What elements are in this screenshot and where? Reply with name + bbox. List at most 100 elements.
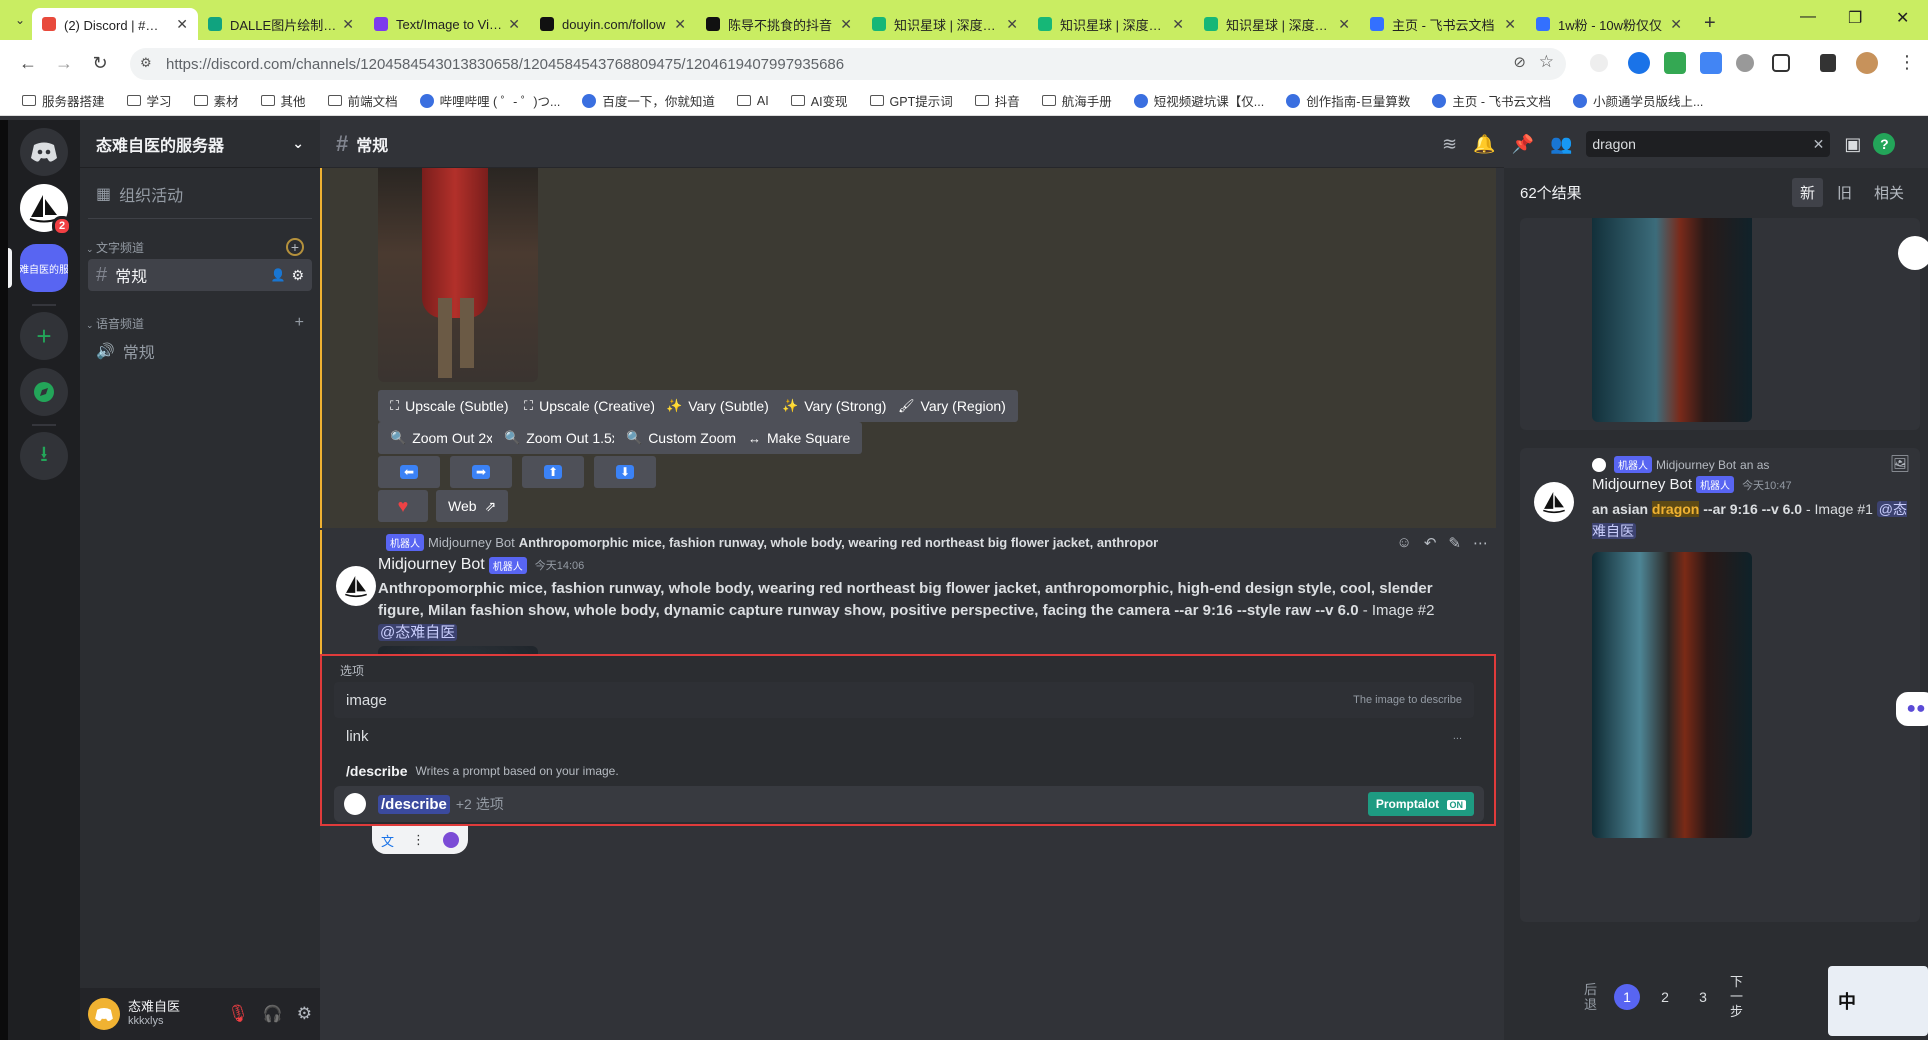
page-number[interactable]: 1 — [1614, 983, 1640, 1010]
browser-tab[interactable]: 知识星球 | 深度连接 ✕ — [862, 8, 1028, 40]
close-tab-icon[interactable]: ✕ — [508, 16, 520, 33]
user-mention[interactable]: @态难自医 — [378, 624, 458, 641]
close-window-icon[interactable]: ✕ — [1896, 8, 1909, 28]
close-tab-icon[interactable]: ✕ — [840, 16, 852, 33]
voice-category[interactable]: ⌄ 语音频道 + — [80, 311, 320, 335]
dragon-image-2[interactable] — [1592, 552, 1752, 838]
runway-image[interactable] — [378, 168, 538, 382]
search-result-card[interactable]: 机器人 Midjourney Bot an as 🖼 Midjourney Bo… — [1520, 448, 1920, 922]
bookmark-item[interactable]: 主页 - 飞书云文档 — [1432, 91, 1551, 110]
reply-preview[interactable]: 机器人 Midjourney Bot Anthropomorphic mice,… — [378, 534, 1158, 551]
create-channel-icon[interactable]: + — [286, 238, 304, 256]
action-button[interactable]: 🔍 Zoom Out 2x — [378, 422, 506, 454]
browser-tab[interactable]: 知识星球 | 深度连接 ✕ — [1028, 8, 1194, 40]
direct-messages-button[interactable] — [20, 128, 68, 176]
bookmark-item[interactable]: 短视频避坑课【仅... — [1133, 91, 1264, 110]
action-button[interactable]: ⛶ Upscale (Subtle) — [378, 390, 521, 422]
bookmark-item[interactable]: 素材 — [193, 91, 239, 110]
bookmark-item[interactable]: AI变现 — [790, 91, 848, 110]
action-button[interactable]: ✨ Vary (Strong) — [770, 390, 899, 422]
close-tab-icon[interactable]: ✕ — [674, 16, 686, 33]
arrow-button[interactable]: ⬇ — [594, 456, 656, 488]
sort-tab[interactable]: 相关 — [1866, 178, 1912, 207]
add-reaction-icon[interactable]: ☺ — [1397, 534, 1412, 552]
more-icon[interactable]: ⋯ — [1473, 534, 1488, 552]
action-button[interactable]: ↔ Make Square — [736, 422, 863, 454]
arrow-button[interactable]: ⬅ — [378, 456, 440, 488]
close-tab-icon[interactable]: ✕ — [176, 16, 188, 33]
browser-tab[interactable]: 主页 - 飞书云文档 ✕ — [1360, 8, 1526, 40]
minimize-icon[interactable]: — — [1800, 8, 1816, 26]
page-number[interactable]: 2 — [1652, 984, 1678, 1010]
close-tab-icon[interactable]: ✕ — [1670, 16, 1682, 33]
pager-prev[interactable]: 后退 — [1584, 982, 1600, 1012]
bot-avatar[interactable] — [336, 566, 376, 606]
download-apps-icon[interactable]: ⭳ — [20, 432, 68, 480]
clear-search-icon[interactable]: ✕ — [1813, 136, 1825, 153]
side-panel-icon[interactable] — [1820, 54, 1836, 72]
bookmark-item[interactable]: AI — [736, 94, 769, 108]
headphones-icon[interactable]: 🎧 — [263, 1004, 283, 1024]
extension-icon[interactable] — [1664, 52, 1686, 74]
extension-icon[interactable] — [1628, 52, 1650, 74]
message-input[interactable]: /describe +2 选项 Promptalot ON — [334, 786, 1484, 822]
page-number[interactable]: 3 — [1690, 984, 1716, 1010]
bookmark-item[interactable]: 抖音 — [974, 91, 1020, 110]
more-icon[interactable]: ⋮ — [412, 832, 425, 848]
browser-tab[interactable]: 陈导不挑食的抖音 ✕ — [696, 8, 862, 40]
gear-icon[interactable]: ⚙ — [291, 267, 304, 284]
search-result-card[interactable] — [1520, 218, 1920, 430]
extension-icon[interactable] — [1700, 52, 1722, 74]
bookmark-item[interactable]: 小颜通学员版线上... — [1572, 91, 1703, 110]
browser-tab[interactable]: (2) Discord | #常规 ✕ — [32, 8, 198, 40]
action-button[interactable]: 🔍 Custom Zoom — [614, 422, 749, 454]
mic-muted-icon[interactable]: 🎙 — [227, 1004, 249, 1024]
promptalot-button[interactable]: Promptalot ON — [1367, 792, 1474, 816]
pager-next[interactable]: 下一步 — [1730, 974, 1746, 1019]
server-header[interactable]: 态难自医的服务器 ⌄ — [80, 120, 320, 168]
create-channel-icon[interactable]: + — [295, 314, 304, 332]
ime-widget[interactable]: 中 — [1828, 966, 1928, 1036]
threads-icon[interactable]: ≋ — [1442, 134, 1457, 155]
message-author[interactable]: Midjourney Bot — [378, 556, 485, 574]
channel-item-general[interactable]: # 常规 👤 ⚙ — [88, 259, 312, 291]
action-button[interactable]: 🖌 Vary (Region) — [886, 390, 1018, 422]
help-icon[interactable]: ? — [1873, 133, 1896, 155]
maximize-icon[interactable]: ❐ — [1848, 8, 1862, 28]
action-button[interactable]: 🔍 Zoom Out 1.5x — [492, 422, 631, 454]
extensions-puzzle-icon[interactable] — [1772, 54, 1790, 72]
bookmark-item[interactable]: 服务器搭建 — [22, 91, 105, 110]
bell-icon[interactable]: 🔔 — [1473, 134, 1495, 155]
bookmark-item[interactable]: 其他 — [260, 91, 306, 110]
pin-icon[interactable]: 📌 — [1512, 134, 1534, 155]
bookmark-item[interactable]: 航海手册 — [1041, 91, 1112, 110]
bookmark-item[interactable]: 百度一下，你就知道 — [582, 91, 715, 110]
browser-tab[interactable]: 1w粉 - 10w粉仅仅 ✕ — [1526, 8, 1692, 40]
back-icon[interactable]: ← — [10, 53, 46, 74]
profile-avatar[interactable] — [1856, 52, 1878, 74]
sort-tab[interactable]: 旧 — [1829, 178, 1860, 207]
option-item[interactable]: link... — [334, 718, 1474, 754]
bookmark-item[interactable]: 创作指南-巨量算数 — [1286, 91, 1410, 110]
web-link-button[interactable]: Web ⇗ — [436, 490, 509, 522]
site-info-icon[interactable]: ⚙ — [140, 55, 152, 71]
menu-icon[interactable]: ⋮ — [1898, 52, 1916, 73]
forward-icon[interactable]: → — [46, 53, 82, 74]
reload-icon[interactable]: ↻ — [82, 53, 118, 74]
bookmark-item[interactable]: 学习 — [126, 91, 172, 110]
close-tab-icon[interactable]: ✕ — [1006, 16, 1018, 33]
inbox-icon[interactable]: ▣ — [1844, 134, 1861, 155]
arrow-button[interactable]: ⬆ — [522, 456, 584, 488]
text-category[interactable]: ⌄ 文字频道 + — [80, 235, 320, 259]
close-tab-icon[interactable]: ✕ — [1172, 16, 1184, 33]
browser-tab[interactable]: Text/Image to Video ✕ — [364, 8, 530, 40]
favorite-heart-button[interactable]: ♥ — [378, 490, 428, 522]
events-item[interactable]: ▦ 组织活动 — [88, 176, 312, 212]
extension-icon[interactable] — [1736, 54, 1754, 72]
own-server-icon[interactable]: 态难自医的服务 — [20, 244, 68, 292]
bookmark-star-icon[interactable]: ☆ — [1539, 52, 1554, 72]
new-tab-button[interactable]: + — [1692, 12, 1728, 35]
user-avatar[interactable] — [88, 998, 120, 1030]
voice-channel-item[interactable]: 🔊 常规 — [88, 335, 312, 367]
dragon-image-1[interactable] — [1592, 218, 1752, 422]
